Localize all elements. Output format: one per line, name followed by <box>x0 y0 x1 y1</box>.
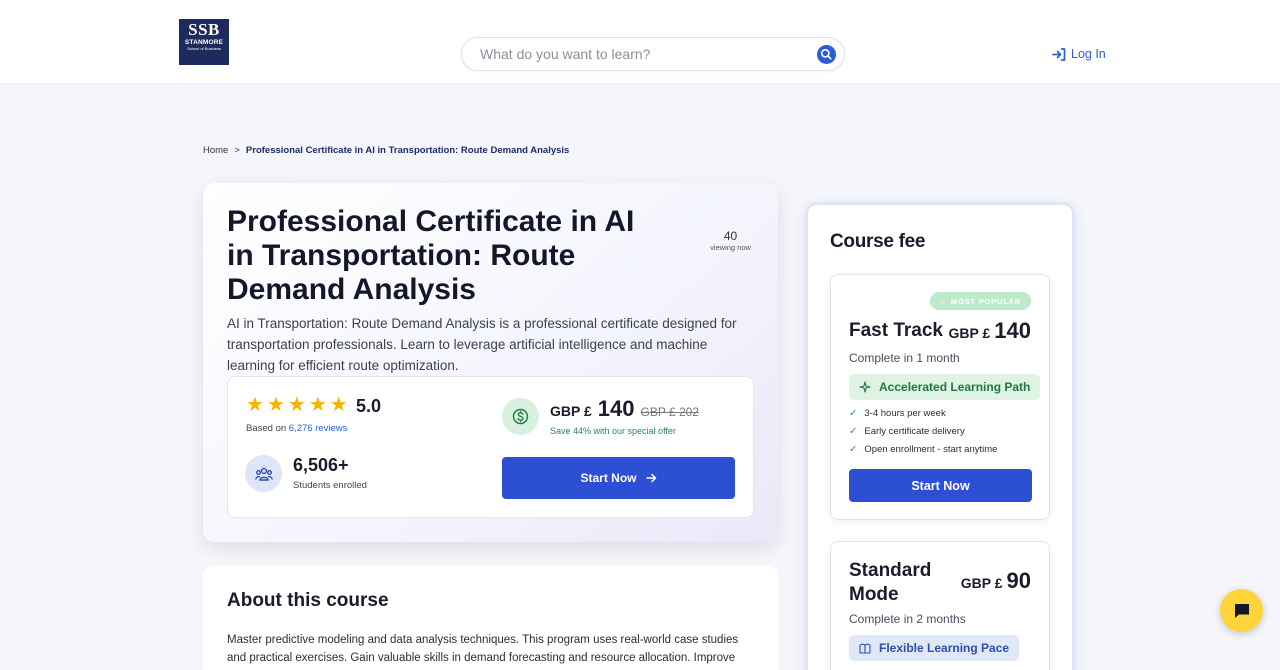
search-bar <box>461 37 845 71</box>
plan-name: Fast Track <box>849 320 943 341</box>
chat-button[interactable] <box>1220 589 1263 632</box>
plan-amount: 90 <box>1006 568 1031 593</box>
about-title: About this course <box>227 590 389 611</box>
reviews-summary: Based on 6,276 reviews <box>246 423 347 434</box>
most-popular-badge: ✓ MOST POPULAR <box>929 292 1031 310</box>
check-icon: ✓ <box>939 296 947 306</box>
logo-tagline: School of Business <box>186 46 222 51</box>
students-count: 6,506+ <box>293 455 349 475</box>
plan-card-standard: Standard Mode GBP £ 90 Complete in 2 mon… <box>830 541 1050 670</box>
price-amount: 140 <box>597 396 635 421</box>
about-text: Master predictive modeling and data anal… <box>227 634 739 664</box>
plan-duration: Complete in 1 month <box>849 351 960 365</box>
plan-feature: ✓ 3-4 hours per week <box>849 408 946 419</box>
search-icon <box>820 48 832 60</box>
plan-tag: Accelerated Learning Path <box>849 374 1041 400</box>
viewing-label: viewing now <box>710 243 751 252</box>
course-fee-panel: Course fee ✓ MOST POPULAR Fast Track GBP… <box>805 202 1075 670</box>
plan-feature-label: 3-4 hours per week <box>864 408 946 419</box>
course-stats-card: ★ ★ ★ ★ ★ 5.0 Based on 6,276 reviews 6,5… <box>227 376 754 518</box>
rating-stars: ★ ★ ★ ★ ★ <box>246 395 348 415</box>
site-logo[interactable]: SSB STANMORE School of Business <box>179 19 229 65</box>
star-icon: ★ <box>246 394 264 416</box>
arrow-right-icon <box>645 473 656 483</box>
plan-card-fast-track: ✓ MOST POPULAR Fast Track GBP £ 140 Comp… <box>830 274 1050 520</box>
fee-title: Course fee <box>830 231 926 252</box>
plan-start-now-button[interactable]: Start Now <box>849 469 1032 502</box>
plan-tag-label: Flexible Learning Pace <box>879 641 1010 655</box>
start-now-button[interactable]: Start Now <box>502 457 735 499</box>
plan-feature: ✓ Early certificate delivery <box>849 426 965 437</box>
search-input[interactable] <box>480 38 810 70</box>
plan-duration: Complete in 2 months <box>849 612 966 626</box>
login-label: Log In <box>1071 47 1106 61</box>
save-offer-text: Save 44% with our special offer <box>550 426 676 436</box>
plan-feature: ✓ Open enrollment - start anytime <box>849 444 997 455</box>
students-icon-wrap <box>245 455 282 492</box>
reviews-prefix: Based on <box>246 423 287 434</box>
star-icon: ★ <box>287 394 306 416</box>
page-title: Professional Certificate in AI in Transp… <box>227 205 635 306</box>
breadcrumb-current: Professional Certificate in AI in Transp… <box>245 145 570 156</box>
plan-name: Standard Mode <box>849 560 932 605</box>
dollar-icon <box>512 408 529 425</box>
book-icon <box>859 643 871 654</box>
login-arrow-icon <box>1052 47 1066 61</box>
check-icon: ✓ <box>849 408 858 419</box>
breadcrumb: Home > Professional Certificate in AI in… <box>203 145 569 156</box>
course-hero-card: Professional Certificate in AI in Transp… <box>203 183 778 542</box>
check-icon: ✓ <box>849 426 858 437</box>
logo-name: STANMORE <box>184 39 224 46</box>
site-header: SSB STANMORE School of Business Log In <box>0 0 1280 84</box>
students-icon <box>254 467 273 481</box>
price-old: GBP £ 202 <box>640 405 699 419</box>
plan-currency: GBP £ <box>960 575 1003 591</box>
students-label: Students enrolled <box>293 480 367 491</box>
plan-currency: GBP £ <box>948 325 991 341</box>
plan-price: GBP £ 90 <box>961 568 1031 594</box>
reviews-link[interactable]: 6,276 reviews <box>289 423 348 434</box>
rating-value: 5.0 <box>356 396 382 416</box>
login-link[interactable]: Log In <box>1052 46 1106 62</box>
search-button[interactable] <box>817 45 836 64</box>
price-icon-wrap <box>502 398 539 435</box>
sparkle-icon <box>859 381 871 393</box>
chat-icon <box>1234 603 1249 618</box>
star-icon: ★ <box>308 394 327 416</box>
breadcrumb-separator: > <box>234 145 240 156</box>
viewing-now-indicator: 40 viewing now <box>703 229 758 252</box>
badge-label: MOST POPULAR <box>950 296 1021 306</box>
plan-tag-label: Accelerated Learning Path <box>879 380 1031 394</box>
plan-feature-label: Open enrollment - start anytime <box>864 444 998 455</box>
start-now-label: Start Now <box>580 471 637 485</box>
viewing-count: 40 <box>723 229 738 243</box>
plan-amount: 140 <box>994 318 1031 343</box>
price-currency: GBP £ <box>550 403 592 419</box>
plan-tag: Flexible Learning Pace <box>849 635 1020 661</box>
star-icon: ★ <box>329 394 348 416</box>
breadcrumb-home[interactable]: Home <box>203 145 228 156</box>
logo-mark: SSB <box>188 20 220 39</box>
check-icon: ✓ <box>849 444 858 455</box>
about-course-section: About this course Master predictive mode… <box>203 566 778 670</box>
plan-price: GBP £ 140 <box>949 318 1031 344</box>
plan-feature-label: Early certificate delivery <box>864 426 965 437</box>
course-description: AI in Transportation: Route Demand Analy… <box>227 316 737 373</box>
star-icon: ★ <box>266 394 285 416</box>
course-price: GBP £ 140 GBP £ 202 <box>550 396 699 422</box>
